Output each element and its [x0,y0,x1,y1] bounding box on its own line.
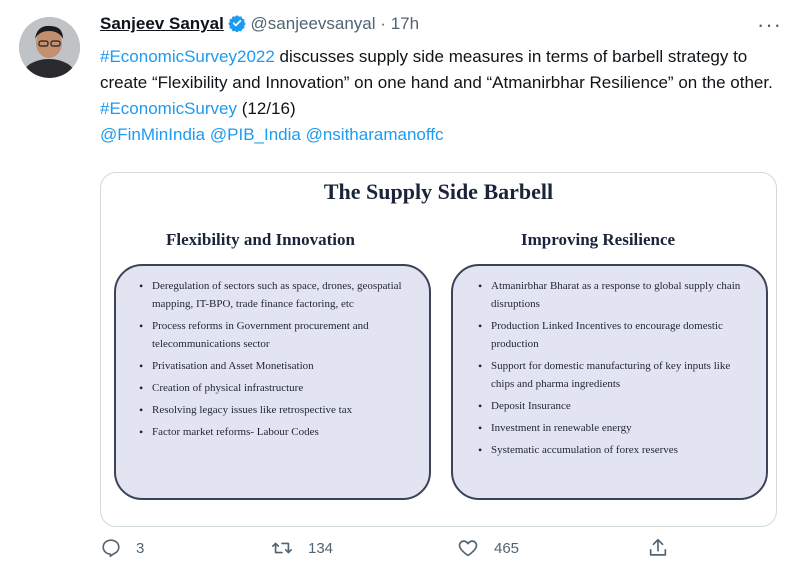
tweet-actions: 3 134 465 [0,537,800,577]
list-item: Privatisation and Asset Monetisation [139,357,414,375]
retweet-count: 134 [308,539,334,557]
reply-button[interactable]: 3 [100,537,144,559]
separator-dot: · [380,14,386,33]
retweet-icon [270,537,294,559]
image-title: The Supply Side Barbell [323,179,554,204]
verified-badge-icon [228,14,246,37]
author-handle[interactable]: @sanjeevsanyal [251,14,376,33]
reply-count: 3 [136,539,145,557]
heart-icon [456,537,480,559]
list-item: Process reforms in Government procuremen… [139,317,414,353]
left-column-heading: Flexibility and Innovation [166,230,355,249]
more-options-icon[interactable]: ··· [757,12,782,38]
retweet-button[interactable]: 134 [270,537,333,559]
tweet-image[interactable]: The Supply Side Barbell Flexibility and … [100,172,777,527]
tweet-header: Sanjeev Sanyal @sanjeevsanyal · 17h [100,14,419,37]
hashtag-link[interactable]: #EconomicSurvey [100,99,237,118]
list-item: Deregulation of sectors such as space, d… [139,277,414,313]
list-item: Factor market reforms- Labour Codes [139,423,414,441]
avatar[interactable] [19,17,80,78]
mention-link[interactable]: @FinMinIndia [100,125,205,144]
tweet-time[interactable]: 17h [391,14,419,33]
tweet-text: #EconomicSurvey2022 discusses supply sid… [100,44,780,148]
resilience-card: Atmanirbhar Bharat as a response to glob… [451,264,768,500]
thread-counter: (12/16) [237,99,296,118]
share-button[interactable] [647,537,669,559]
flexibility-card: Deregulation of sectors such as space, d… [114,264,431,500]
list-item: Creation of physical infrastructure [139,379,414,397]
list-item: Atmanirbhar Bharat as a response to glob… [478,277,753,313]
mention-link[interactable]: @nsitharamanoffc [306,125,444,144]
list-item: Systematic accumulation of forex reserve… [478,441,753,459]
share-icon [647,537,669,559]
list-item: Deposit Insurance [478,397,753,415]
right-column-heading: Improving Resilience [521,230,676,249]
like-button[interactable]: 465 [456,537,519,559]
like-count: 465 [494,539,520,557]
list-item: Support for domestic manufacturing of ke… [478,357,753,393]
reply-icon [100,537,122,559]
list-item: Investment in renewable energy [478,419,753,437]
author-name[interactable]: Sanjeev Sanyal [100,14,224,33]
hashtag-link[interactable]: #EconomicSurvey2022 [100,47,275,66]
list-item: Resolving legacy issues like retrospecti… [139,401,414,419]
list-item: Production Linked Incentives to encourag… [478,317,753,353]
mention-link[interactable]: @PIB_India [210,125,301,144]
